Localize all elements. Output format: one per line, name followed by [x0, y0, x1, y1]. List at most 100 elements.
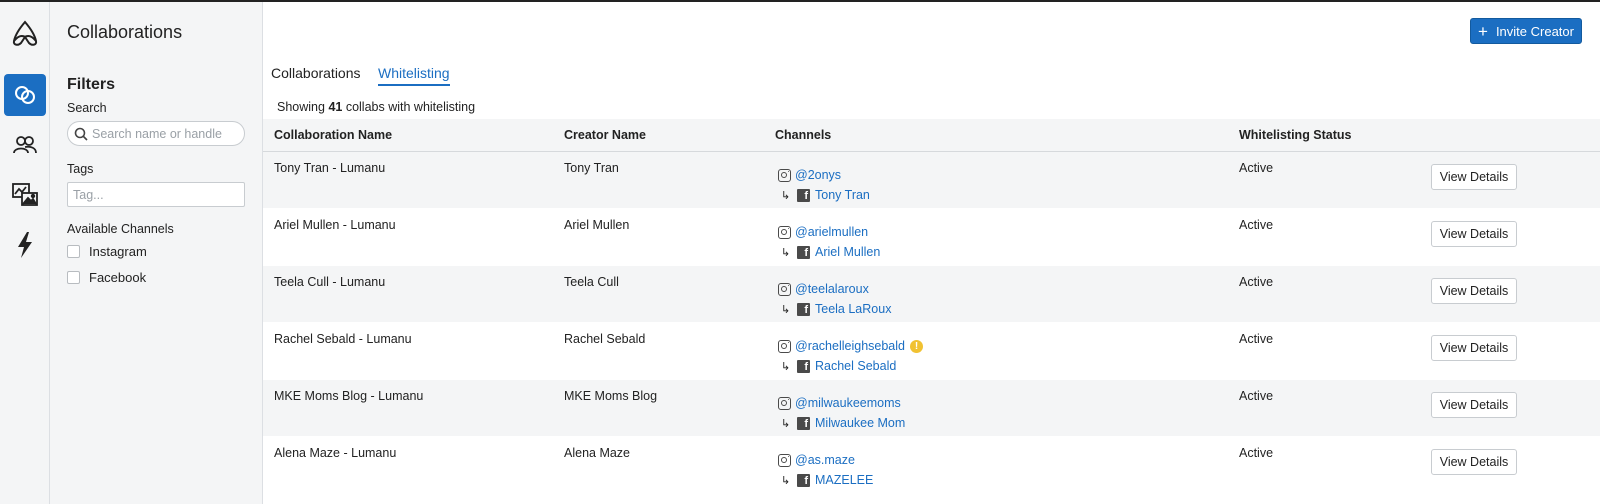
view-details-button[interactable]: View Details — [1431, 335, 1517, 361]
instagram-channel: @as.maze — [778, 450, 873, 470]
view-details-button[interactable]: View Details — [1431, 449, 1517, 475]
creator-name: Rachel Sebald — [564, 332, 646, 346]
lightning-icon — [15, 231, 35, 259]
tab-whitelisting[interactable]: Whitelisting — [378, 65, 450, 86]
channels-cell: @rachelleighsebald! ↳ f Rachel Sebald — [778, 336, 923, 376]
instagram-handle-link[interactable]: @milwaukeemoms — [795, 396, 901, 410]
sub-arrow-icon: ↳ — [781, 474, 791, 487]
whitelisting-status: Active — [1239, 161, 1274, 175]
whitelisting-status: Active — [1239, 332, 1274, 346]
plus-icon: + — [1478, 21, 1488, 41]
results-count: 41 — [328, 100, 343, 114]
instagram-icon — [778, 453, 791, 467]
search-input[interactable] — [92, 125, 240, 143]
table-row: Tony Tran - Lumanu Tony Tran @2onys ↳ f Tony … — [263, 152, 1600, 209]
view-details-button[interactable]: View Details — [1431, 392, 1517, 418]
facebook-page-link[interactable]: Rachel Sebald — [815, 359, 896, 373]
col-header-creator: Creator Name — [564, 128, 646, 142]
instagram-channel: @2onys — [778, 165, 870, 185]
invite-creator-button[interactable]: + Invite Creator — [1470, 18, 1582, 44]
table-row: Rachel Sebald - Lumanu Rachel Sebald @rach… — [263, 323, 1600, 380]
view-details-button[interactable]: View Details — [1431, 164, 1517, 190]
col-header-status: Whitelisting Status — [1239, 128, 1352, 142]
table-row: Alena Maze - Lumanu Alena Maze @as.maze ↳ f M… — [263, 437, 1600, 494]
channels-cell: @as.maze ↳ f MAZELEE — [778, 450, 873, 490]
channels-cell: @2onys ↳ f Tony Tran — [778, 165, 870, 205]
instagram-icon — [778, 225, 791, 239]
channels-cell: @arielmullen ↳ f Ariel Mullen — [778, 222, 880, 262]
instagram-handle-link[interactable]: @2onys — [795, 168, 841, 182]
facebook-page-link[interactable]: MAZELEE — [815, 473, 873, 487]
logo-icon[interactable] — [8, 16, 42, 50]
facebook-icon: f — [797, 416, 810, 430]
facebook-page-link[interactable]: Tony Tran — [815, 188, 870, 202]
search-label: Search — [67, 101, 107, 115]
table-row: Teela Cull - Lumanu Teela Cull @teelalarou… — [263, 266, 1600, 323]
summary-prefix: Showing — [277, 100, 325, 114]
facebook-page-link[interactable]: Milwaukee Mom — [815, 416, 905, 430]
view-details-button[interactable]: View Details — [1431, 278, 1517, 304]
collabs-table: Collaboration Name Creator Name Channels… — [263, 119, 1600, 494]
filters-sidebar: Collaborations Filters Search Tags Avail… — [50, 2, 263, 504]
page-title: Collaborations — [67, 22, 183, 42]
warning-icon[interactable]: ! — [909, 339, 923, 353]
creator-name: MKE Moms Blog — [564, 389, 658, 403]
collaborations-icon — [13, 83, 37, 107]
sub-arrow-icon: ↳ — [781, 246, 791, 259]
search-icon — [74, 127, 88, 144]
table-row: Ariel Mullen - Lumanu Ariel Mullen @arielm… — [263, 209, 1600, 266]
channel-filter-instagram[interactable]: Instagram — [67, 244, 147, 259]
invite-creator-label: Invite Creator — [1495, 23, 1574, 39]
facebook-checkbox[interactable] — [67, 271, 80, 284]
sub-arrow-icon: ↳ — [781, 303, 791, 316]
media-icon — [11, 182, 39, 208]
collaboration-name: Teela Cull - Lumanu — [274, 275, 386, 289]
whitelisting-status: Active — [1239, 446, 1274, 460]
tags-label: Tags — [67, 162, 94, 176]
tab-collaborations[interactable]: Collaborations — [271, 65, 361, 84]
channel-filter-facebook[interactable]: Facebook — [67, 270, 146, 285]
instagram-icon — [778, 282, 791, 296]
facebook-channel: ↳ f MAZELEE — [778, 470, 873, 490]
tags-input[interactable] — [67, 182, 245, 207]
whitelisting-status: Active — [1239, 389, 1274, 403]
instagram-checkbox[interactable] — [67, 245, 80, 258]
creator-name: Teela Cull — [564, 275, 619, 289]
nav-collaborations[interactable] — [4, 74, 46, 116]
instagram-icon — [778, 339, 791, 353]
channels-label: Available Channels — [67, 222, 174, 236]
table-body: Tony Tran - Lumanu Tony Tran @2onys ↳ f Tony … — [263, 152, 1600, 494]
collaboration-name: MKE Moms Blog - Lumanu — [274, 389, 424, 403]
main-content: + Invite Creator Collaborations Whitelis… — [263, 2, 1600, 504]
instagram-channel: @rachelleighsebald! — [778, 336, 923, 356]
instagram-handle-link[interactable]: @rachelleighsebald — [795, 339, 905, 353]
whitelisting-status: Active — [1239, 275, 1274, 289]
facebook-channel: ↳ f Milwaukee Mom — [778, 413, 905, 433]
instagram-handle-link[interactable]: @teelalaroux — [795, 282, 869, 296]
facebook-channel: ↳ f Teela LaRoux — [778, 299, 891, 319]
nav-activity[interactable] — [4, 224, 46, 266]
facebook-page-link[interactable]: Ariel Mullen — [815, 245, 880, 259]
channels-cell: @teelalaroux ↳ f Teela LaRoux — [778, 279, 891, 319]
instagram-channel: @teelalaroux — [778, 279, 891, 299]
results-summary: Showing 41 collabs with whitelisting — [277, 100, 475, 114]
facebook-icon: f — [797, 473, 810, 487]
instagram-icon — [778, 396, 791, 410]
facebook-icon: f — [797, 359, 810, 373]
instagram-handle-link[interactable]: @arielmullen — [795, 225, 868, 239]
facebook-channel: ↳ f Rachel Sebald — [778, 356, 923, 376]
creator-name: Alena Maze — [564, 446, 631, 460]
view-details-button[interactable]: View Details — [1431, 221, 1517, 247]
facebook-channel: ↳ f Ariel Mullen — [778, 242, 880, 262]
nav-people[interactable] — [4, 124, 46, 166]
search-field[interactable] — [67, 121, 245, 146]
icon-rail — [0, 2, 50, 504]
instagram-handle-link[interactable]: @as.maze — [795, 453, 855, 467]
facebook-icon: f — [797, 245, 810, 259]
facebook-page-link[interactable]: Teela LaRoux — [815, 302, 891, 316]
collaboration-name: Alena Maze - Lumanu — [274, 446, 397, 460]
col-header-channels: Channels — [775, 128, 832, 142]
sub-arrow-icon: ↳ — [781, 189, 791, 202]
table-row: MKE Moms Blog - Lumanu MKE Moms Blog @milw… — [263, 380, 1600, 437]
nav-media[interactable] — [4, 174, 46, 216]
